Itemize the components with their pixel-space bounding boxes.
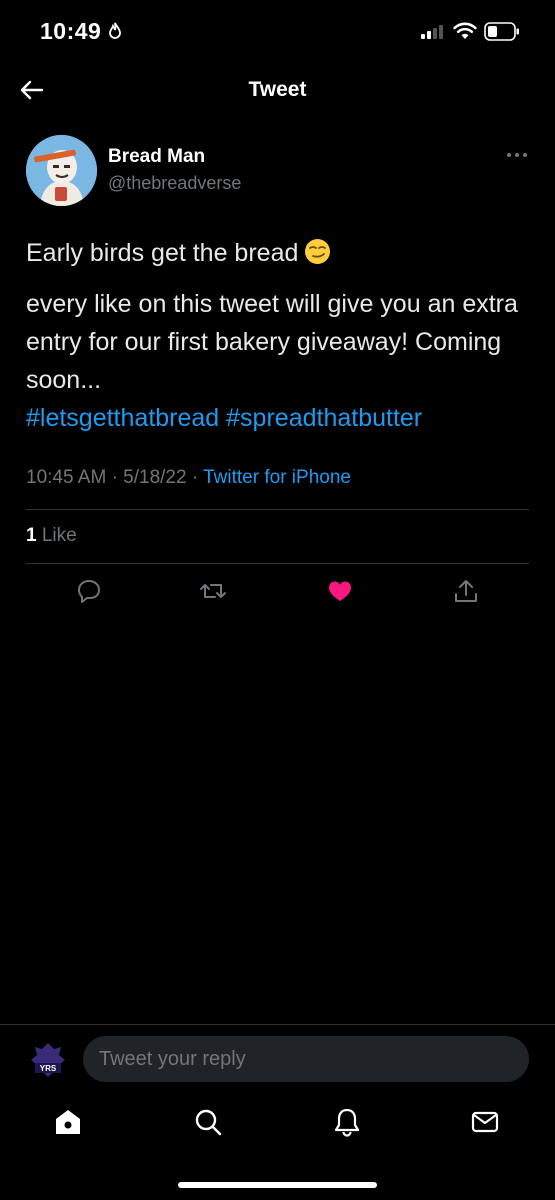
reply-input[interactable]	[83, 1036, 529, 1082]
wifi-icon	[453, 22, 477, 39]
tweet-meta: 10:45 AM · 5/18/22 · Twitter for iPhone	[26, 467, 351, 489]
separator-dot: ·	[191, 467, 199, 488]
more-options-icon[interactable]	[504, 148, 530, 162]
focus-flame-icon	[109, 22, 121, 39]
likes-count[interactable]: 1 Like	[26, 525, 77, 547]
tweet-text-line1: Early birds get the bread	[26, 237, 331, 269]
hashtag-link[interactable]: #spreadthatbutter	[226, 404, 422, 432]
divider	[0, 1024, 555, 1025]
messages-icon[interactable]	[469, 1106, 501, 1138]
share-icon[interactable]	[452, 577, 480, 605]
home-icon[interactable]	[52, 1106, 84, 1138]
avatar[interactable]	[26, 135, 97, 206]
bread-man-avatar-image	[26, 135, 97, 206]
status-bar: 10:49	[0, 0, 555, 64]
divider	[26, 509, 529, 510]
status-time: 10:49	[40, 18, 102, 44]
search-icon[interactable]	[192, 1106, 224, 1138]
svg-text:YRS: YRS	[40, 1064, 57, 1073]
tweet-first-line: Early birds get the bread	[26, 239, 299, 267]
separator-dot: ·	[111, 467, 118, 488]
tweet-time: 10:45 AM	[26, 467, 107, 488]
notifications-icon[interactable]	[331, 1106, 363, 1138]
tweet-actions	[0, 577, 555, 609]
page-title: Tweet	[248, 78, 307, 101]
likes-label: Like	[41, 525, 77, 546]
tweet-body-text: every like on this tweet will give you a…	[26, 290, 518, 394]
likes-number: 1	[26, 525, 37, 546]
author-name[interactable]: Bread Man	[108, 146, 205, 168]
like-icon[interactable]	[326, 577, 354, 605]
tweet-date: 5/18/22	[123, 467, 187, 488]
signal-icon	[421, 25, 445, 39]
author-handle[interactable]: @thebreadverse	[108, 173, 241, 194]
home-indicator[interactable]	[178, 1182, 377, 1188]
hashtag-link[interactable]: #letsgetthatbread	[26, 404, 219, 432]
retweet-icon[interactable]	[199, 577, 227, 605]
battery-icon	[484, 22, 519, 41]
smirking-face-emoji	[305, 239, 331, 264]
reply-icon[interactable]	[75, 577, 103, 605]
tweet-source-link[interactable]: Twitter for iPhone	[203, 467, 351, 488]
user-avatar[interactable]: YRS	[28, 1040, 68, 1080]
header: Tweet	[0, 64, 555, 116]
tweet-body: every like on this tweet will give you a…	[26, 285, 531, 437]
divider	[26, 563, 529, 564]
